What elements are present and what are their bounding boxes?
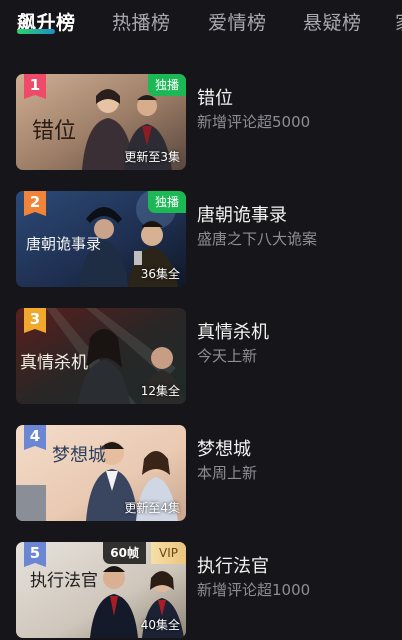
show-subtitle: 本周上新 (197, 464, 258, 482)
category-tabs: 飙升榜 热播榜 爱情榜 悬疑榜 家 (0, 0, 402, 42)
tab-hot[interactable]: 热播榜 (112, 8, 171, 35)
tab-family[interactable]: 家 (395, 8, 402, 35)
list-item[interactable]: 梦想城 4 更新至4集 梦想城 本周上新 (16, 425, 396, 521)
list-item[interactable]: 唐朝诡事录 2 独播 36集全 唐朝诡事录 盛唐之下八大诡案 (16, 191, 396, 287)
episode-status: 更新至4集 (124, 501, 180, 515)
show-subtitle: 盛唐之下八大诡案 (197, 230, 318, 248)
tab-romance[interactable]: 爱情榜 (208, 8, 267, 35)
show-title: 执行法官 (197, 556, 269, 577)
poster-title-text: 梦想城 (52, 445, 106, 466)
show-title: 错位 (197, 88, 233, 109)
tab-suspense[interactable]: 悬疑榜 (303, 8, 362, 35)
active-tab-indicator (17, 29, 55, 34)
exclusive-badge: 独播 (147, 74, 186, 96)
poster-image: 执行法官 5 60帧 VIP 40集全 (16, 542, 186, 638)
show-subtitle: 新增评论超5000 (197, 113, 311, 131)
poster-image: 梦想城 4 更新至4集 (16, 425, 186, 521)
exclusive-badge: 独播 (147, 191, 186, 213)
show-title: 真情杀机 (197, 322, 269, 343)
show-title: 唐朝诡事录 (197, 205, 287, 226)
episode-status: 更新至3集 (124, 150, 180, 164)
list-item[interactable]: 真情杀机 3 12集全 真情杀机 今天上新 (16, 308, 396, 404)
poster-title-text: 唐朝诡事录 (26, 235, 101, 253)
poster-title-text: 真情杀机 (20, 353, 88, 373)
poster-image: 错位 1 独播 更新至3集 (16, 74, 186, 170)
fps-badge: 60帧 (103, 542, 146, 564)
show-subtitle: 新增评论超1000 (197, 581, 311, 599)
poster-image: 唐朝诡事录 2 独播 36集全 (16, 191, 186, 287)
list-item[interactable]: 错位 1 独播 更新至3集 错位 新增评论超5000 (16, 74, 396, 170)
episode-status: 40集全 (140, 618, 180, 632)
show-title: 梦想城 (197, 439, 251, 460)
vip-badge: VIP (151, 542, 186, 564)
poster-title-text: 错位 (32, 119, 76, 144)
show-subtitle: 今天上新 (197, 347, 258, 365)
episode-status: 12集全 (140, 384, 180, 398)
poster-image: 真情杀机 3 12集全 (16, 308, 186, 404)
episode-status: 36集全 (140, 267, 180, 281)
list-item[interactable]: 执行法官 5 60帧 VIP 40集全 执行法官 新增评论超1000 (16, 542, 396, 638)
poster-title-text: 执行法官 (30, 571, 98, 591)
